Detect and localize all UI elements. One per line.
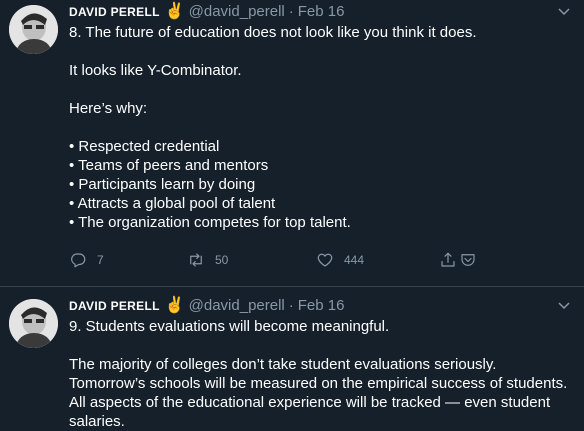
tweet-line: It looks like Y-Combinator. <box>69 62 242 79</box>
peace-emoji: ✌ <box>164 3 185 20</box>
reply-button[interactable]: 7 <box>69 250 104 270</box>
share-icon <box>441 252 455 267</box>
bullet-item: • Teams of peers and mentors <box>69 157 269 174</box>
bullet-item: • Respected credential <box>69 138 220 155</box>
save-button[interactable] <box>459 250 477 270</box>
bullet-item: • Participants learn by doing <box>69 176 256 193</box>
tweet-line: 8. The future of education does not look… <box>69 24 477 41</box>
chevron-down-icon[interactable] <box>556 3 572 19</box>
tweet-line: 9. Students evaluations will become mean… <box>69 318 390 335</box>
tweet-header: DAVID PERELL ✌ @david_perell · Feb 16 <box>69 3 574 21</box>
action-bar: 7 50 444 <box>69 250 489 270</box>
reply-icon <box>71 253 86 268</box>
retweet-icon <box>190 253 202 267</box>
avatar[interactable] <box>9 299 58 348</box>
bullet-item: • Attracts a global pool of talent <box>69 195 276 212</box>
heart-icon <box>317 253 333 267</box>
separator-dot: · <box>288 297 294 314</box>
author-name[interactable]: DAVID PERELL <box>69 297 160 315</box>
avatar-image <box>9 299 58 348</box>
peace-emoji: ✌ <box>164 297 185 314</box>
tweet-line: Here’s why: <box>69 100 148 117</box>
tweet-date[interactable]: Feb 16 <box>298 3 345 21</box>
tweet-date[interactable]: Feb 16 <box>298 297 345 315</box>
tweet-header: DAVID PERELL ✌ @david_perell · Feb 16 <box>69 297 574 315</box>
tweet-divider <box>0 286 584 287</box>
avatar-image <box>9 5 58 54</box>
author-name[interactable]: DAVID PERELL <box>69 3 160 21</box>
share-button[interactable] <box>439 250 457 270</box>
retweet-button[interactable]: 50 <box>187 250 228 270</box>
like-count: 444 <box>344 253 365 267</box>
author-handle[interactable]: @david_perell <box>189 3 285 21</box>
chevron-down-icon[interactable] <box>556 297 572 313</box>
retweet-count: 50 <box>215 253 229 267</box>
author-handle[interactable]: @david_perell <box>189 297 285 315</box>
separator-dot: · <box>288 3 294 20</box>
tweet[interactable]: DAVID PERELL ✌ @david_perell · Feb 16 9.… <box>0 288 584 430</box>
bullet-item: • The organization competes for top tale… <box>69 214 351 231</box>
like-button[interactable]: 444 <box>316 250 364 270</box>
tweet[interactable]: DAVID PERELL ✌ @david_perell · Feb 16 8.… <box>0 0 584 287</box>
tweet-line: The majority of colleges don’t take stud… <box>69 356 571 430</box>
avatar[interactable] <box>9 5 58 54</box>
tweet-content: DAVID PERELL ✌ @david_perell · Feb 16 9.… <box>69 297 574 431</box>
tweet-content: DAVID PERELL ✌ @david_perell · Feb 16 8.… <box>69 3 574 232</box>
tweet-text: 9. Students evaluations will become mean… <box>69 317 574 431</box>
reply-count: 7 <box>97 253 104 267</box>
pocket-icon <box>461 254 475 266</box>
tweet-text: 8. The future of education does not look… <box>69 23 574 232</box>
